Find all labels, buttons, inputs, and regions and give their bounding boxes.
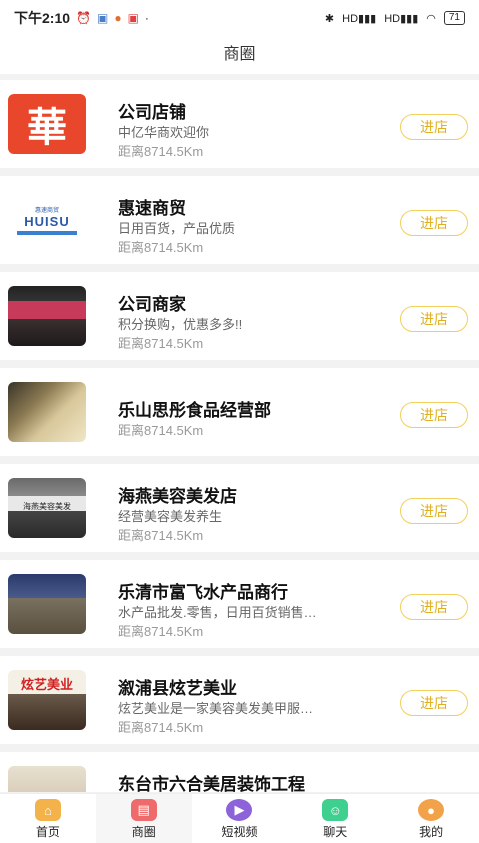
tab-label: 商圈 [131, 825, 156, 839]
store-desc: 炫艺美业是一家美容美发美甲服… [118, 701, 314, 716]
store-distance: 距离8714.5Km [118, 336, 204, 351]
tab-home[interactable]: ⌂ 首页 [0, 794, 96, 843]
dot-icon: · [144, 11, 149, 25]
enter-store-button[interactable]: 进店 [400, 210, 468, 236]
status-bar: 下午2:10 ⏰ ▣ ● ▣ · ✱ HD▮▮▮ HD▮▮▮ ◠ 71 [0, 0, 479, 36]
profile-icon: ● [418, 799, 445, 821]
tab-shop[interactable]: ▤ 商圈 [95, 794, 192, 843]
wifi-icon: ◠ [426, 12, 436, 25]
store-desc: 水产品批发.零售，日用百货销售… [118, 605, 317, 620]
store-card[interactable]: 華 公司店铺 中亿华商欢迎你 距离8714.5Km 进店 [0, 80, 479, 168]
tab-profile[interactable]: ● 我的 [383, 794, 479, 843]
store-photo [8, 382, 86, 442]
store-distance: 距离8714.5Km [118, 528, 204, 543]
store-card[interactable]: 东台市六合美居装饰工程 [0, 752, 479, 792]
signal-icon: HD▮▮▮ [342, 12, 377, 25]
store-photo [8, 286, 86, 346]
enter-store-button[interactable]: 进店 [400, 498, 468, 524]
store-card[interactable]: 炫艺美业 溆浦县炫艺美业 炫艺美业是一家美容美发美甲服… 距离8714.5Km … [0, 656, 479, 744]
store-name: 溆浦县炫艺美业 [118, 679, 237, 698]
tab-label: 聊天 [323, 825, 348, 839]
battery-icon: 71 [443, 11, 465, 25]
store-logo: 惠速商贸 HUISU [8, 190, 86, 250]
store-card[interactable]: 乐山思彤食品经营部 距离8714.5Km 进店 [0, 368, 479, 456]
store-card[interactable]: 惠速商贸 HUISU 惠速商贸 日用百货，产品优质 距离8714.5Km 进店 [0, 176, 479, 264]
store-name: 公司商家 [118, 295, 186, 314]
store-logo: 華 [8, 94, 86, 154]
enter-store-button[interactable]: 进店 [400, 402, 468, 428]
store-card[interactable]: 乐清市富飞水产品商行 水产品批发.零售，日用百货销售… 距离8714.5Km 进… [0, 560, 479, 648]
enter-store-button[interactable]: 进店 [400, 690, 468, 716]
tab-label: 短视频 [221, 825, 258, 839]
store-name: 东台市六合美居装饰工程 [118, 775, 305, 792]
app-notification-icon: ● [114, 11, 122, 25]
alarm-icon: ⏰ [76, 11, 91, 25]
enter-store-button[interactable]: 进店 [400, 594, 468, 620]
video-icon: ▶ [226, 799, 253, 821]
page-title: 商圈 [0, 36, 479, 74]
tab-video[interactable]: ▶ 短视频 [192, 794, 288, 843]
store-name: 公司店铺 [118, 103, 186, 122]
store-name: 惠速商贸 [118, 199, 186, 218]
bluetooth-icon: ✱ [324, 12, 335, 25]
enter-store-button[interactable]: 进店 [400, 114, 468, 140]
signal-icon-2: HD▮▮▮ [384, 12, 419, 25]
tab-label: 我的 [419, 825, 444, 839]
store-name: 乐清市富飞水产品商行 [118, 583, 288, 602]
store-distance: 距离8714.5Km [118, 423, 204, 438]
store-desc: 积分换购，优惠多多!! [118, 317, 243, 332]
store-distance: 距离8714.5Km [118, 624, 204, 639]
tab-label: 首页 [35, 825, 60, 839]
store-desc: 日用百货，产品优质 [118, 221, 236, 236]
enter-store-button[interactable]: 进店 [400, 306, 468, 332]
app-notification-icon: ▣ [96, 11, 109, 25]
store-photo: 炫艺美业 [8, 670, 86, 730]
store-name: 乐山思彤食品经营部 [118, 401, 271, 420]
store-desc: 中亿华商欢迎你 [118, 125, 210, 140]
chat-icon: ☺ [322, 799, 349, 821]
store-distance: 距离8714.5Km [118, 240, 204, 255]
app-notification-icon: ▣ [127, 11, 139, 25]
shop-icon: ▤ [130, 799, 157, 821]
store-list[interactable]: 華 公司店铺 中亿华商欢迎你 距离8714.5Km 进店 惠速商贸 HUISU … [0, 80, 479, 792]
store-photo [8, 766, 86, 792]
bottom-tab-bar: ⌂ 首页 ▤ 商圈 ▶ 短视频 ☺ 聊天 ● 我的 [0, 793, 479, 843]
home-icon: ⌂ [34, 799, 61, 821]
store-card[interactable]: 海燕美容美发 海燕美容美发店 经营美容美发养生 距离8714.5Km 进店 [0, 464, 479, 552]
store-distance: 距离8714.5Km [118, 720, 204, 735]
tab-chat[interactable]: ☺ 聊天 [287, 794, 383, 843]
store-photo: 海燕美容美发 [8, 478, 86, 538]
store-photo [8, 574, 86, 634]
store-distance: 距离8714.5Km [118, 144, 204, 159]
store-card[interactable]: 公司商家 积分换购，优惠多多!! 距离8714.5Km 进店 [0, 272, 479, 360]
status-time: 下午2:10 [14, 10, 71, 26]
store-name: 海燕美容美发店 [118, 487, 237, 506]
store-desc: 经营美容美发养生 [118, 509, 223, 524]
